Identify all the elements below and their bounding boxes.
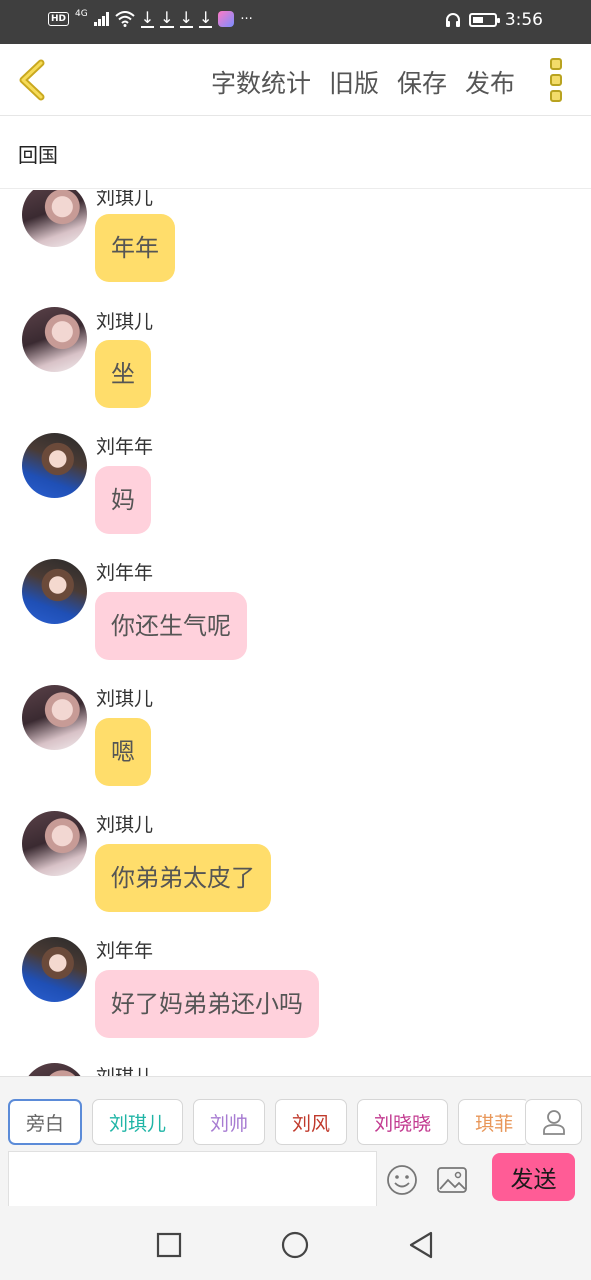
- avatar: [22, 190, 87, 247]
- chapter-title-row[interactable]: 回国: [0, 117, 591, 189]
- avatar: [22, 685, 87, 750]
- back-nav-button[interactable]: [406, 1230, 436, 1260]
- signal-icon: [93, 12, 109, 26]
- wifi-icon: [115, 11, 135, 27]
- chat-message[interactable]: 刘琪儿 嗯: [0, 668, 591, 788]
- sender-name: 刘年年: [96, 562, 154, 584]
- role-label: 刘晓晓: [374, 1112, 432, 1135]
- more-menu-button[interactable]: [543, 56, 569, 104]
- sender-name: 刘琪儿: [96, 190, 154, 209]
- role-label: 刘帅: [210, 1112, 249, 1135]
- message-input[interactable]: [8, 1151, 377, 1207]
- smiley-icon: [387, 1165, 417, 1195]
- top-toolbar: 字数统计 旧版 保存 发布: [0, 44, 591, 116]
- message-bubble[interactable]: 年年: [95, 214, 175, 282]
- role-chip[interactable]: 刘琪儿: [92, 1099, 184, 1145]
- role-label: 旁白: [26, 1112, 65, 1135]
- publish-button[interactable]: 发布: [465, 64, 515, 100]
- system-nav-bar: [0, 1206, 591, 1280]
- app-notification-icon: [218, 11, 235, 27]
- more-vertical-icon: [550, 58, 562, 70]
- square-icon: [156, 1232, 182, 1258]
- avatar: [22, 559, 87, 624]
- role-chip[interactable]: 琪菲: [458, 1099, 526, 1145]
- message-bubble[interactable]: 你还生气呢: [95, 592, 247, 660]
- download-icon: ↓: [179, 8, 193, 28]
- chat-message[interactable]: 刘琪儿: [0, 1046, 591, 1076]
- word-count-button[interactable]: 字数统计: [211, 64, 311, 100]
- more-vertical-icon: [550, 90, 562, 102]
- circle-icon: [281, 1231, 309, 1259]
- role-selector[interactable]: 旁白 刘琪儿 刘帅 刘风 刘晓晓 琪菲: [8, 1099, 526, 1145]
- download-icon: ↓: [160, 8, 174, 28]
- more-notifications-icon: ···: [240, 11, 253, 27]
- image-button[interactable]: [436, 1166, 468, 1194]
- sender-name: 刘琪儿: [96, 311, 154, 333]
- chat-message[interactable]: 刘琪儿 你弟弟太皮了: [0, 794, 591, 914]
- avatar: [22, 1063, 87, 1076]
- sender-name: 刘琪儿: [96, 688, 154, 710]
- save-button[interactable]: 保存: [397, 64, 447, 100]
- back-button[interactable]: [12, 58, 52, 102]
- sender-name: 刘琪儿: [96, 1062, 153, 1076]
- chat-message[interactable]: 刘琪儿 年年: [0, 190, 591, 284]
- role-chip[interactable]: 刘帅: [193, 1099, 266, 1145]
- image-icon: [437, 1167, 467, 1193]
- toolbar-actions: 字数统计 旧版 保存 发布: [211, 64, 515, 100]
- status-left: HD 4G ↓ ↓ ↓ ↓ ···: [48, 8, 253, 28]
- status-bar: HD 4G ↓ ↓ ↓ ↓ ··· 3:56: [0, 0, 591, 44]
- message-bubble[interactable]: 你弟弟太皮了: [95, 844, 271, 912]
- more-vertical-icon: [550, 74, 562, 86]
- message-bubble[interactable]: 坐: [95, 340, 151, 408]
- chat-message[interactable]: 刘年年 妈: [0, 416, 591, 536]
- avatar: [22, 937, 87, 1002]
- chat-message[interactable]: 刘琪儿 坐: [0, 290, 591, 410]
- sender-name: 刘年年: [96, 436, 154, 458]
- send-button[interactable]: 发送: [492, 1153, 575, 1201]
- role-label: 刘琪儿: [109, 1112, 167, 1135]
- status-right: 3:56: [445, 10, 543, 30]
- composer: 旁白 刘琪儿 刘帅 刘风 刘晓晓 琪菲 发送: [0, 1076, 591, 1207]
- role-label: 琪菲: [475, 1112, 514, 1135]
- chat-message[interactable]: 刘年年 你还生气呢: [0, 542, 591, 662]
- role-label: 刘风: [292, 1112, 331, 1135]
- headphones-icon: [445, 13, 460, 27]
- message-bubble[interactable]: 妈: [95, 466, 151, 534]
- avatar: [22, 433, 87, 498]
- download-icon: ↓: [198, 8, 213, 28]
- triangle-back-icon: [409, 1231, 433, 1259]
- hd-icon: HD: [48, 12, 70, 26]
- battery-icon: [468, 13, 500, 27]
- network-type: 4G: [75, 8, 88, 19]
- role-chip[interactable]: 刘晓晓: [357, 1099, 449, 1145]
- sender-name: 刘年年: [96, 940, 154, 962]
- sender-name: 刘琪儿: [96, 814, 154, 836]
- download-icon: ↓: [140, 8, 155, 28]
- old-version-button[interactable]: 旧版: [329, 64, 379, 100]
- chat-list[interactable]: 刘琪儿 年年 刘琪儿 坐 刘年年 妈 刘年年 你还生气呢 刘琪儿 嗯 刘琪儿 你…: [0, 190, 591, 1076]
- emoji-button[interactable]: [386, 1164, 418, 1196]
- manage-characters-button[interactable]: [525, 1099, 582, 1145]
- avatar: [22, 811, 87, 876]
- message-bubble[interactable]: 好了妈弟弟还小吗: [95, 970, 319, 1038]
- role-chip-narration[interactable]: 旁白: [8, 1099, 83, 1145]
- chapter-title: 回国: [18, 143, 58, 167]
- avatar: [22, 307, 87, 372]
- message-bubble[interactable]: 嗯: [95, 718, 151, 786]
- chevron-left-icon: [19, 59, 45, 101]
- role-chip[interactable]: 刘风: [275, 1099, 348, 1145]
- home-button[interactable]: [280, 1230, 310, 1260]
- clock: 3:56: [504, 10, 543, 30]
- person-icon: [542, 1110, 565, 1135]
- recent-apps-button[interactable]: [154, 1230, 184, 1260]
- chat-message[interactable]: 刘年年 好了妈弟弟还小吗: [0, 920, 591, 1040]
